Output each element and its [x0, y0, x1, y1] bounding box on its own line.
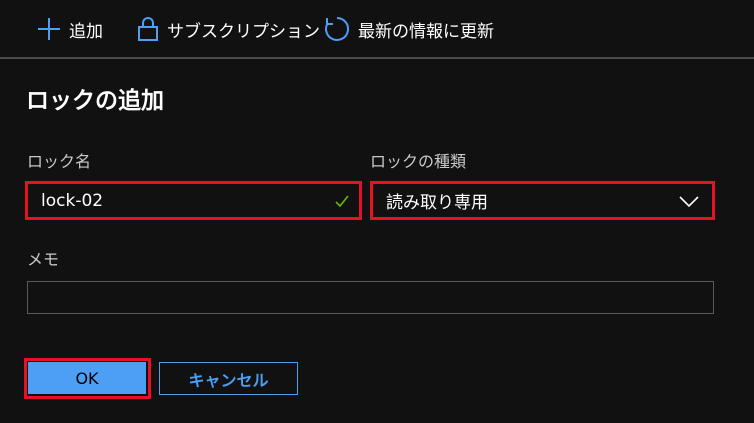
chevron-down-icon	[679, 194, 699, 214]
refresh-button[interactable]: 最新の情報に更新	[324, 14, 494, 44]
ok-button-label: OK	[75, 368, 99, 388]
add-button-label: 追加	[69, 21, 103, 42]
lock-type-value: 読み取り専用	[386, 193, 488, 213]
command-bar: 追加 サブスクリプション 最新の情報に更新	[0, 0, 754, 57]
refresh-button-label: 最新の情報に更新	[358, 21, 494, 42]
plus-icon	[37, 17, 61, 41]
lock-name-value: lock-02	[41, 190, 104, 211]
cancel-button-label: キャンセル	[188, 370, 269, 390]
check-icon	[334, 193, 350, 214]
cancel-button[interactable]: キャンセル	[159, 362, 298, 395]
subscription-button[interactable]: サブスクリプション	[137, 14, 320, 44]
lock-type-label: ロックの種類	[370, 152, 467, 171]
lock-name-label: ロック名	[27, 152, 92, 171]
lock-type-select[interactable]: 読み取り専用	[373, 184, 712, 217]
toolbar-divider	[0, 57, 754, 59]
subscription-button-label: サブスクリプション	[167, 21, 320, 42]
lock-icon	[137, 16, 159, 42]
memo-input[interactable]	[27, 281, 714, 314]
add-button[interactable]: 追加	[37, 14, 103, 44]
ok-button[interactable]: OK	[28, 362, 146, 394]
lock-name-input[interactable]: lock-02	[28, 184, 359, 217]
memo-label: メモ	[27, 250, 60, 269]
refresh-icon	[324, 16, 350, 42]
page-title: ロックの追加	[26, 88, 164, 114]
